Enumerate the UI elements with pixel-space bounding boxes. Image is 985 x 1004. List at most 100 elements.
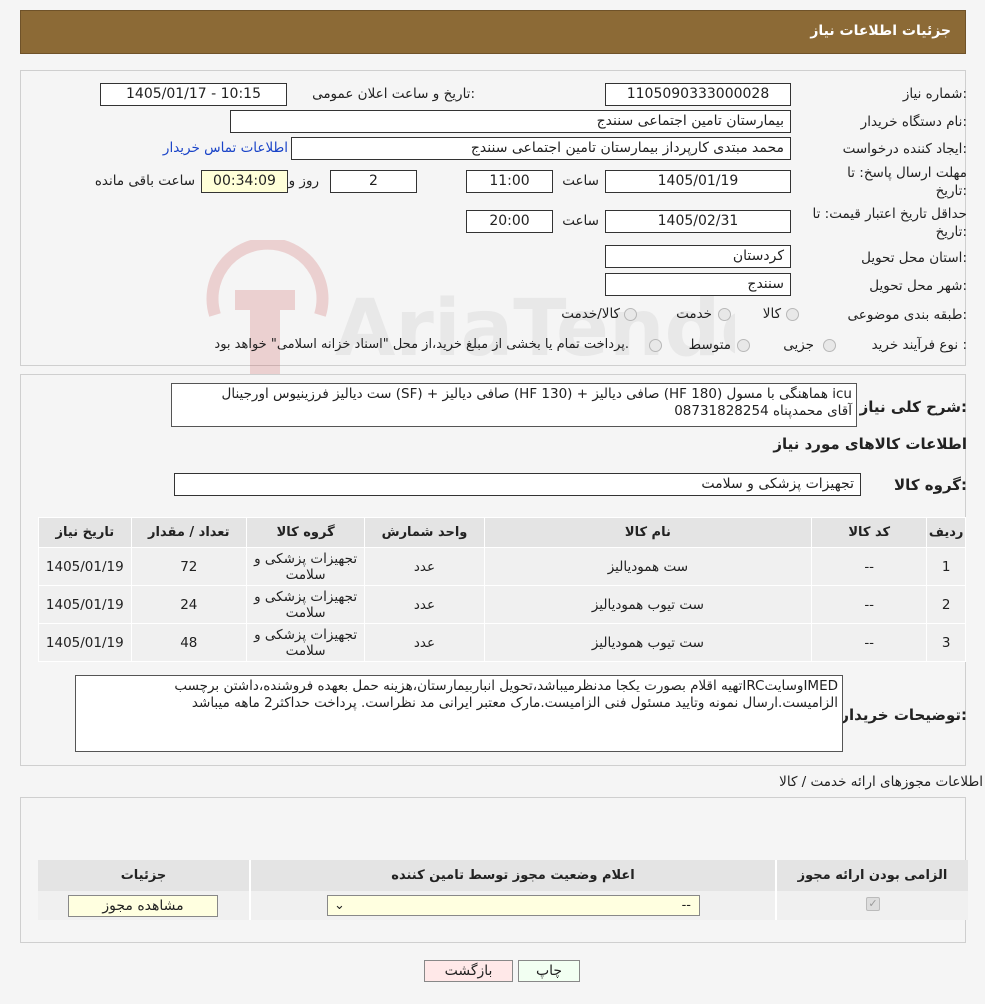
price-validity-label-2: تاریخ: [935, 224, 967, 240]
cell-name: ست تیوب همودیالیز [483, 623, 813, 662]
reply-time-field: 11:00 [466, 170, 553, 193]
buyer-org-field: بیمارستان تامین اجتماعی سنندج [230, 110, 791, 133]
process-radio-treasury[interactable] [649, 339, 662, 352]
cell-group: تجهیزات پزشکی و سلامت [245, 547, 366, 586]
category-label: طبقه بندی موضوعی: [847, 307, 967, 323]
permits-col-required: الزامی بودن ارائه مجوز [797, 868, 948, 883]
col-goods-group: گروه کالا [245, 517, 366, 548]
process-medium-text: متوسط [688, 337, 731, 353]
buyer-org-label: نام دستگاه خریدار: [860, 114, 967, 130]
process-radio-medium[interactable] [737, 339, 750, 352]
table-row: 1405/01/19 72 تجهیزات پزشکی و سلامت عدد … [38, 547, 966, 586]
buyer-contact-link[interactable]: اطلاعات تماس خریدار [163, 140, 288, 156]
announce-label: تاریخ و ساعت اعلان عمومی: [312, 86, 475, 102]
permits-section-title: اطلاعات مجوزهای ارائه خدمت / کالا [779, 774, 983, 790]
cell-date: 1405/01/19 [38, 585, 132, 624]
reply-deadline-label: مهلت ارسال پاسخ: تا [847, 165, 967, 181]
watermark-text: AriaTender.neT [335, 284, 735, 374]
summary-textarea[interactable]: ست دیالیز فرزینیوس اورجینال (SF) + صافی … [171, 383, 857, 427]
col-goods-code: کد کالا [811, 517, 928, 548]
buyer-notes-label: توضیحات خریدار: [840, 706, 967, 724]
process-radio-minor[interactable] [823, 339, 836, 352]
category-radio-goods-service[interactable] [624, 308, 637, 321]
print-button[interactable]: چاپ [518, 960, 580, 982]
category-service-text: خدمت [676, 306, 712, 322]
remaining-label: ساعت باقی مانده [94, 173, 195, 189]
cell-name: ست همودیالیز [483, 547, 813, 586]
days-label: روز و [288, 173, 319, 189]
process-label: نوع فرآیند خرید : [871, 337, 967, 353]
goods-table: تاریخ نیاز تعداد / مقدار گروه کالا واحد … [38, 517, 966, 662]
cell-code: -- [811, 623, 928, 662]
summary-line-1: ست دیالیز فرزینیوس اورجینال (SF) + صافی … [221, 386, 852, 402]
permit-status-value: -- [681, 898, 691, 913]
announce-field: 1405/01/17 - 10:15 [100, 83, 287, 106]
goods-table-header: تاریخ نیاز تعداد / مقدار گروه کالا واحد … [38, 517, 966, 548]
reply-deadline-label-2: تاریخ: [935, 183, 967, 199]
process-note: پرداخت تمام یا بخشی از مبلغ خرید،از محل … [214, 337, 629, 352]
province-field: کردستان [605, 245, 791, 268]
permit-status-select[interactable]: ⌄ -- [327, 895, 700, 916]
permits-col-status: اعلام وضعیت مجوز توسط تامین کننده [391, 868, 635, 883]
goods-section-title: اطلاعات کالاهای مورد نیاز [773, 435, 967, 453]
city-label: شهر محل تحویل: [869, 278, 967, 294]
process-minor-text: جزیی [783, 337, 814, 353]
summary-label: شرح کلی نیاز: [859, 398, 967, 416]
goods-group-label: گروه کالا: [894, 476, 967, 494]
price-time-field: 20:00 [466, 210, 553, 233]
chevron-down-icon: ⌄ [334, 898, 345, 913]
buyer-notes-line-2: الزامیست.ارسال نمونه وتایید مسئول فنی ال… [191, 695, 838, 711]
city-field: سنندج [605, 273, 791, 296]
category-goods-service-text: کالا/خدمت [561, 306, 620, 322]
col-unit: واحد شمارش [364, 517, 485, 548]
cell-code: -- [811, 585, 928, 624]
need-number-label: شماره نیاز: [902, 86, 967, 102]
cell-group: تجهیزات پزشکی و سلامت [245, 623, 366, 662]
category-radio-service[interactable] [718, 308, 731, 321]
table-row: 1405/01/19 48 تجهیزات پزشکی و سلامت عدد … [38, 623, 966, 662]
creator-label: ایجاد کننده درخواست: [842, 141, 967, 157]
permits-table: الزامی بودن ارائه مجوز اعلام وضعیت مجوز … [38, 860, 968, 920]
page-title: جزئیات اطلاعات نیاز [810, 23, 951, 39]
cell-qty: 72 [130, 547, 247, 586]
view-permit-button[interactable]: مشاهده مجوز [68, 895, 218, 917]
summary-line-2: آقای محمدپناه 08731828254 [674, 403, 852, 419]
price-time-label: ساعت [562, 213, 599, 229]
cell-unit: عدد [364, 623, 485, 662]
cell-row: 3 [926, 623, 966, 662]
cell-date: 1405/01/19 [38, 623, 132, 662]
permit-required-checkbox[interactable]: ✓ [866, 897, 880, 911]
col-need-date: تاریخ نیاز [38, 517, 132, 548]
buyer-notes-textarea[interactable]: تهیه اقلام بصورت یکجا مدنظرمیباشد،تحویل … [75, 675, 843, 752]
permits-col-details: جزئیات [120, 868, 167, 883]
cell-code: -- [811, 547, 928, 586]
goods-group-field: تجهیزات پزشکی و سلامت [174, 473, 861, 496]
category-goods-text: کالا [762, 306, 781, 322]
need-number-field: 1105090333000028 [605, 83, 791, 106]
cell-unit: عدد [364, 547, 485, 586]
province-label: استان محل تحویل: [861, 250, 967, 266]
col-row: ردیف [926, 517, 966, 548]
cell-unit: عدد [364, 585, 485, 624]
days-field: 2 [330, 170, 417, 193]
buyer-notes-line-1: تهیه اقلام بصورت یکجا مدنظرمیباشد،تحویل … [174, 678, 838, 694]
cell-group: تجهیزات پزشکی و سلامت [245, 585, 366, 624]
cell-row: 2 [926, 585, 966, 624]
cell-qty: 48 [130, 623, 247, 662]
price-date-field: 1405/02/31 [605, 210, 791, 233]
remaining-time-field: 00:34:09 [201, 170, 288, 193]
reply-date-field: 1405/01/19 [605, 170, 791, 193]
price-validity-label: حداقل تاریخ اعتبار قیمت: تا [812, 206, 967, 222]
cell-name: ست تیوب همودیالیز [483, 585, 813, 624]
page-header: جزئیات اطلاعات نیاز [20, 10, 966, 54]
category-radio-goods[interactable] [786, 308, 799, 321]
reply-time-label: ساعت [562, 173, 599, 189]
back-button[interactable]: بازگشت [424, 960, 513, 982]
creator-field: محمد مبتدی کارپرداز بیمارستان تامین اجتم… [291, 137, 791, 160]
table-row: 1405/01/19 24 تجهیزات پزشکی و سلامت عدد … [38, 585, 966, 624]
col-quantity: تعداد / مقدار [130, 517, 247, 548]
cell-date: 1405/01/19 [38, 547, 132, 586]
col-goods-name: نام کالا [483, 517, 813, 548]
cell-row: 1 [926, 547, 966, 586]
cell-qty: 24 [130, 585, 247, 624]
